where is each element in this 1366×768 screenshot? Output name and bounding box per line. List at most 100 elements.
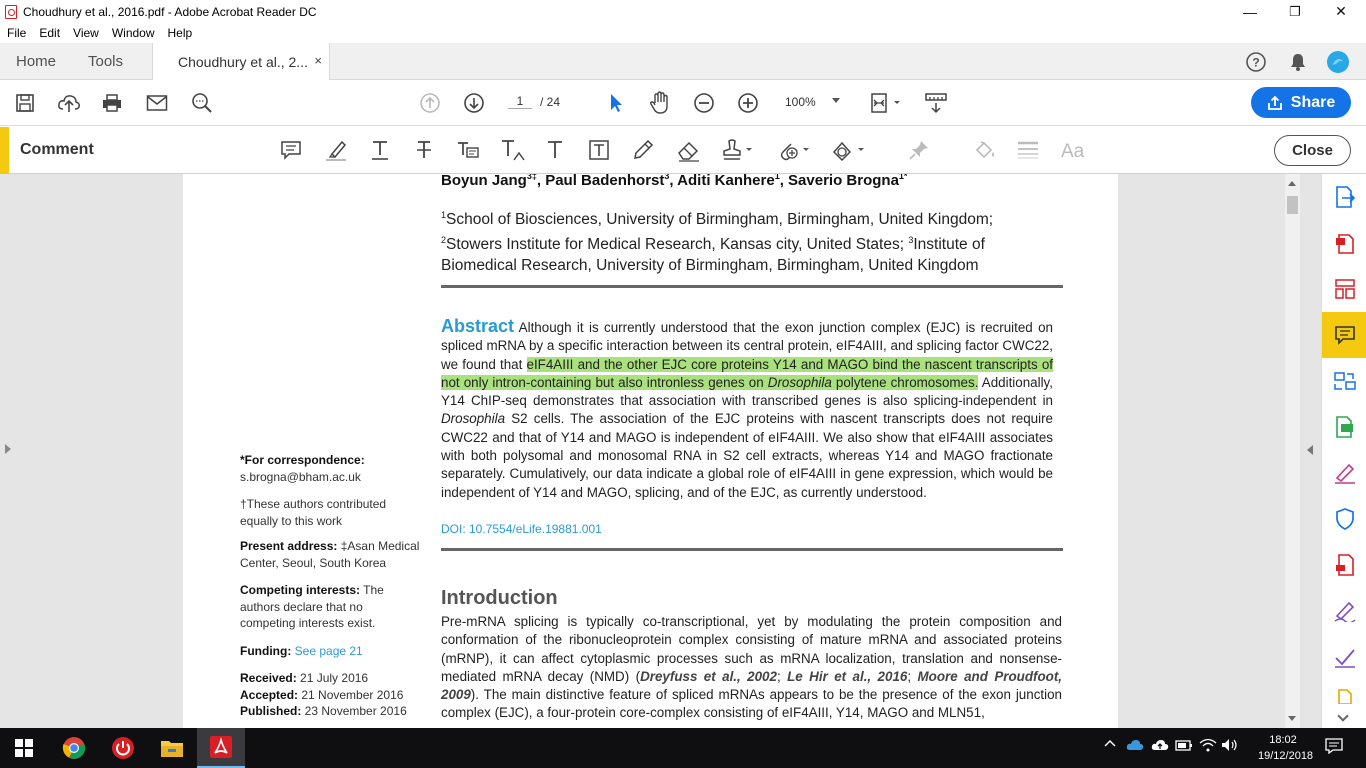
text-box-icon[interactable] xyxy=(588,138,610,162)
chevron-up-icon[interactable] xyxy=(1104,738,1116,753)
doi-link[interactable]: DOI: 10.7554/eLife.19881.001 xyxy=(441,522,602,536)
protect-icon[interactable] xyxy=(1322,496,1366,542)
chrome-icon[interactable] xyxy=(50,728,98,768)
dates-note: Received: 21 July 2016 Accepted: 21 Nove… xyxy=(240,671,407,718)
restore-button[interactable]: ❐ xyxy=(1272,0,1318,23)
pencil-icon[interactable] xyxy=(631,138,655,162)
search-icon[interactable] xyxy=(190,91,214,115)
edit-pdf-icon[interactable] xyxy=(1322,404,1366,450)
funding-link[interactable]: See page 21 xyxy=(295,644,363,658)
citation-link[interactable]: Le Hir et al., 2016 xyxy=(787,669,907,684)
text-properties-icon[interactable]: Aa xyxy=(1060,138,1088,162)
send-for-review-icon[interactable] xyxy=(1322,542,1366,588)
stamp-icon[interactable] xyxy=(720,138,754,162)
menu-help[interactable]: Help xyxy=(168,26,193,40)
chevron-right-icon xyxy=(5,444,11,454)
highlight-icon[interactable] xyxy=(324,138,348,162)
select-tool-icon[interactable] xyxy=(604,91,628,115)
citation-link[interactable]: Dreyfuss et al., 2002 xyxy=(640,669,777,684)
fill-color-icon[interactable] xyxy=(973,138,997,162)
zoom-in-icon[interactable] xyxy=(736,91,760,115)
upload-icon[interactable] xyxy=(57,91,81,115)
help-icon[interactable]: ? xyxy=(1245,51,1267,73)
insert-text-icon[interactable] xyxy=(500,138,526,162)
underline-text-icon[interactable] xyxy=(370,138,390,162)
chevron-down-icon[interactable] xyxy=(1337,710,1349,722)
pin-icon[interactable] xyxy=(908,138,930,162)
menu-file[interactable]: File xyxy=(7,26,26,40)
highlight-annotation[interactable]: eIF4AIII and the other EJC core proteins… xyxy=(441,356,1054,390)
bell-icon[interactable] xyxy=(1287,51,1309,73)
combine-files-icon[interactable] xyxy=(1322,358,1366,404)
save-icon[interactable] xyxy=(13,91,37,115)
certificate-icon[interactable] xyxy=(1322,634,1366,680)
fill-sign-icon[interactable] xyxy=(1322,450,1366,496)
line-style-icon[interactable] xyxy=(1016,138,1040,162)
page-fit-icon[interactable] xyxy=(867,91,903,115)
replace-text-icon[interactable] xyxy=(456,138,480,162)
svg-text:?: ? xyxy=(1252,56,1259,70)
battery-icon[interactable] xyxy=(1175,738,1193,755)
share-label: Share xyxy=(1290,93,1336,111)
funding-note: Funding: See page 21 xyxy=(240,644,363,658)
scroll-down-icon[interactable] xyxy=(1288,716,1296,721)
right-pane-toggle[interactable] xyxy=(1300,174,1321,728)
tab-home[interactable]: Home xyxy=(16,53,56,70)
previous-page-icon[interactable] xyxy=(418,91,442,115)
create-pdf-icon[interactable] xyxy=(1322,220,1366,266)
close-comment-button[interactable]: Close xyxy=(1274,135,1351,166)
correspondence-note: *For correspondence: s.brogna@bham.ac.uk xyxy=(240,453,365,484)
onedrive-icon[interactable] xyxy=(1126,738,1144,755)
clock-date: 19/12/2018 xyxy=(1258,750,1314,762)
more-tools-icon[interactable] xyxy=(1322,680,1366,708)
wifi-icon[interactable] xyxy=(1199,738,1217,755)
clock-time: 18:02 xyxy=(1269,734,1297,746)
comment-tool-icon[interactable] xyxy=(1322,312,1366,358)
scroll-up-icon[interactable] xyxy=(1288,181,1296,186)
volume-icon[interactable] xyxy=(1221,738,1239,755)
add-text-icon[interactable] xyxy=(546,138,564,162)
acrobat-taskbar-icon[interactable] xyxy=(197,728,245,768)
export-pdf-icon[interactable] xyxy=(1322,174,1366,220)
minimize-button[interactable]: — xyxy=(1227,0,1273,23)
next-page-icon[interactable] xyxy=(462,91,486,115)
close-window-button[interactable]: ✕ xyxy=(1318,0,1364,23)
tab-document[interactable]: Choudhury et al., 2... × xyxy=(152,43,330,80)
shapes-icon[interactable] xyxy=(830,138,866,162)
page-number-input[interactable]: 1 xyxy=(508,94,532,109)
scroll-mode-icon[interactable] xyxy=(924,91,948,115)
menu-edit[interactable]: Edit xyxy=(39,26,60,40)
file-explorer-icon[interactable] xyxy=(148,728,196,768)
avatar[interactable] xyxy=(1327,51,1349,73)
close-tab-icon[interactable]: × xyxy=(314,53,322,68)
competing-interests-note: Competing interests: The authors declare… xyxy=(240,583,384,630)
equal-contribution-note: †These authors contributed equally to th… xyxy=(240,497,387,528)
left-panel-toggle[interactable] xyxy=(0,174,18,728)
zoom-dropdown[interactable]: 100% xyxy=(785,95,845,109)
vertical-scrollbar[interactable] xyxy=(1285,174,1300,728)
menu-window[interactable]: Window xyxy=(112,26,155,40)
taskbar: 18:02 19/12/2018 xyxy=(0,728,1366,768)
sticky-note-icon[interactable] xyxy=(280,138,302,162)
notifications-icon[interactable] xyxy=(1325,738,1343,757)
signature-icon[interactable] xyxy=(1322,588,1366,634)
print-icon[interactable] xyxy=(100,91,124,115)
power-app-icon[interactable] xyxy=(99,728,147,768)
chevron-left-icon xyxy=(1307,445,1313,455)
hand-tool-icon[interactable] xyxy=(648,91,672,115)
share-button[interactable]: Share xyxy=(1251,87,1351,118)
zoom-out-icon[interactable] xyxy=(692,91,716,115)
eraser-icon[interactable] xyxy=(675,138,701,162)
strikethrough-icon[interactable] xyxy=(414,138,434,162)
system-clock[interactable]: 18:02 19/12/2018 xyxy=(1258,732,1314,764)
scroll-thumb[interactable] xyxy=(1287,196,1298,214)
organize-pages-icon[interactable] xyxy=(1322,266,1366,312)
attach-file-icon[interactable] xyxy=(775,138,811,162)
menu-view[interactable]: View xyxy=(73,26,99,40)
zoom-value: 100% xyxy=(785,95,816,109)
cloud-upload-icon[interactable] xyxy=(1151,738,1169,755)
pdf-page: Boyun Jang3‡, Paul Badenhorst3, Aditi Ka… xyxy=(183,174,1118,728)
start-button[interactable] xyxy=(0,728,48,768)
email-icon[interactable] xyxy=(145,91,169,115)
tab-tools[interactable]: Tools xyxy=(88,53,123,70)
